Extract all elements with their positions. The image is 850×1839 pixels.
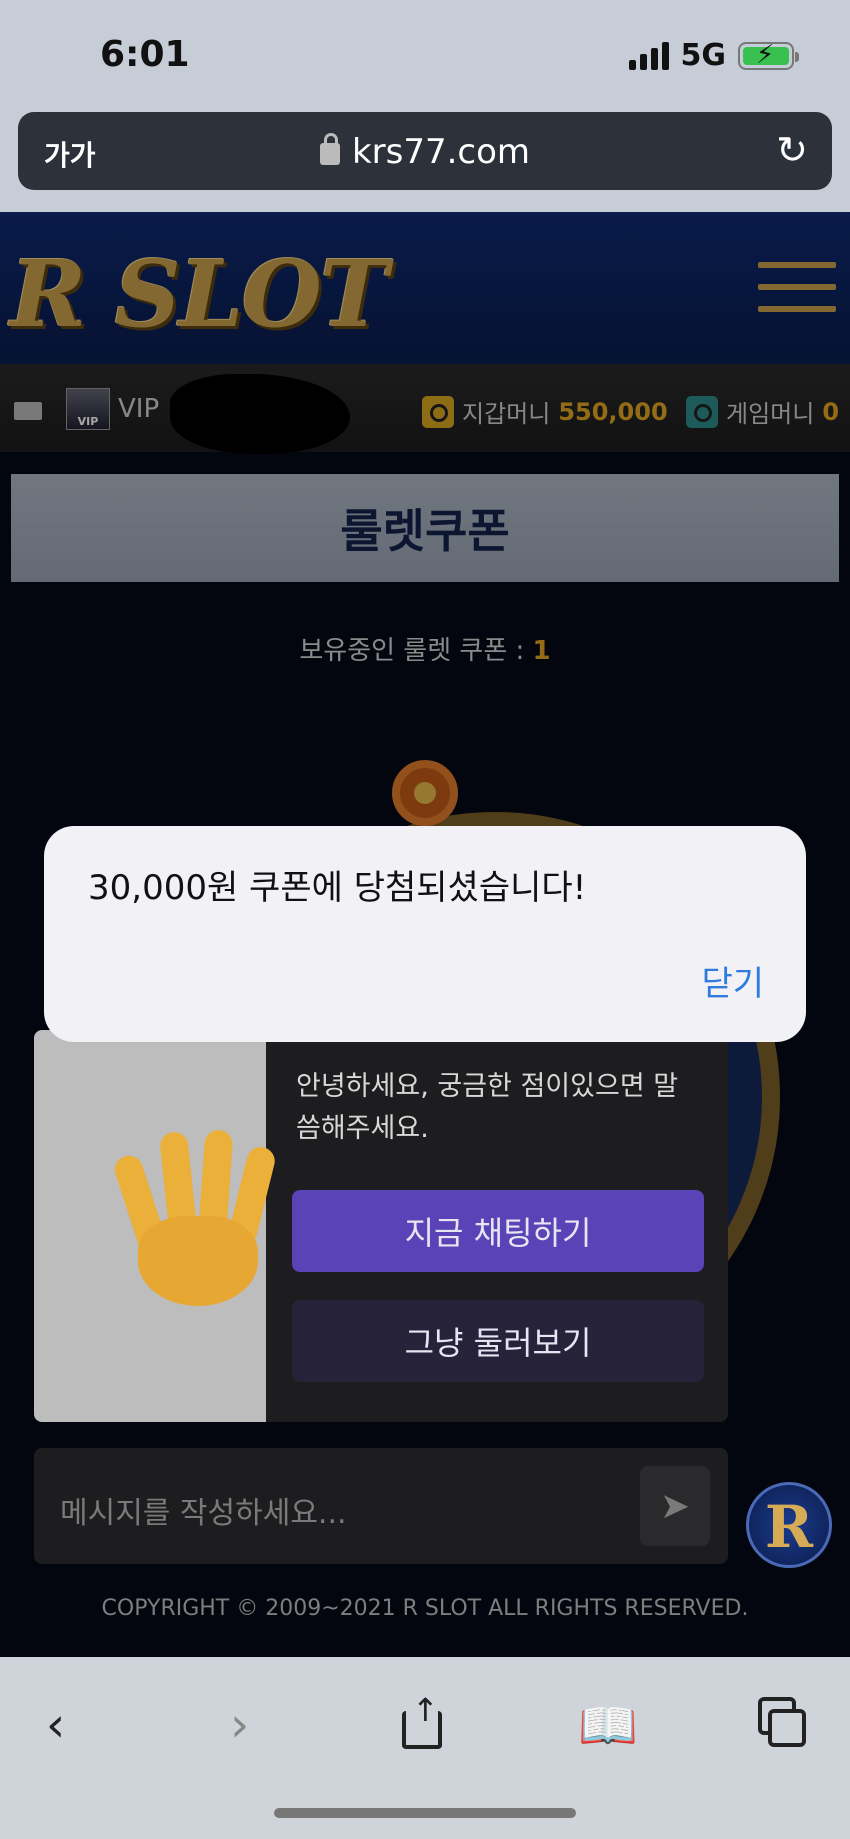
send-icon[interactable]: ➤ — [640, 1466, 710, 1546]
tabs-icon[interactable] — [758, 1697, 808, 1747]
chat-greeting: 안녕하세요, 궁금한 점이있으면 말씀해주세요. — [296, 1071, 679, 1144]
alert-message: 30,000원 쿠폰에 당첨되셨습니다! — [88, 868, 587, 908]
chat-image — [34, 1030, 278, 1422]
status-indicators: 5G ⚡ — [628, 38, 799, 73]
signal-icon — [628, 41, 669, 70]
forward-icon[interactable]: › — [230, 1697, 249, 1753]
message-input-bar[interactable]: 메시지를 작성하세요... ➤ — [34, 1448, 728, 1564]
alert-dialog: 30,000원 쿠폰에 당첨되셨습니다! 닫기 — [44, 826, 806, 1042]
network-label: 5G — [680, 38, 727, 73]
alert-close-button[interactable]: 닫기 — [701, 956, 764, 1005]
back-icon[interactable]: ‹ — [46, 1697, 65, 1753]
hand-icon — [108, 1126, 278, 1306]
address-bar[interactable]: 가가 krs77.com ↻ — [18, 112, 832, 190]
status-time: 6:01 — [100, 34, 190, 75]
share-icon[interactable]: ↑ — [398, 1691, 446, 1749]
url-display[interactable]: krs77.com — [18, 132, 832, 172]
start-chat-button[interactable]: 지금 채팅하기 — [292, 1190, 704, 1272]
browse-button[interactable]: 그냥 둘러보기 — [292, 1300, 704, 1382]
battery-icon: ⚡ — [738, 40, 799, 70]
copyright: COPYRIGHT © 2009~2021 R SLOT ALL RIGHTS … — [101, 1596, 749, 1621]
lock-icon — [319, 133, 340, 165]
chat-avatar[interactable]: R — [746, 1482, 832, 1568]
chat-widget: 안녕하세요, 궁금한 점이있으면 말씀해주세요. 지금 채팅하기 그냥 둘러보기 — [34, 1030, 728, 1422]
url-text: krs77.com — [351, 132, 531, 172]
message-input[interactable]: 메시지를 작성하세요... — [60, 1488, 347, 1532]
status-bar: 6:01 5G ⚡ — [0, 0, 850, 110]
bookmarks-icon[interactable]: 📖 — [578, 1697, 638, 1754]
home-indicator — [274, 1808, 576, 1818]
reload-icon[interactable]: ↻ — [776, 128, 808, 172]
